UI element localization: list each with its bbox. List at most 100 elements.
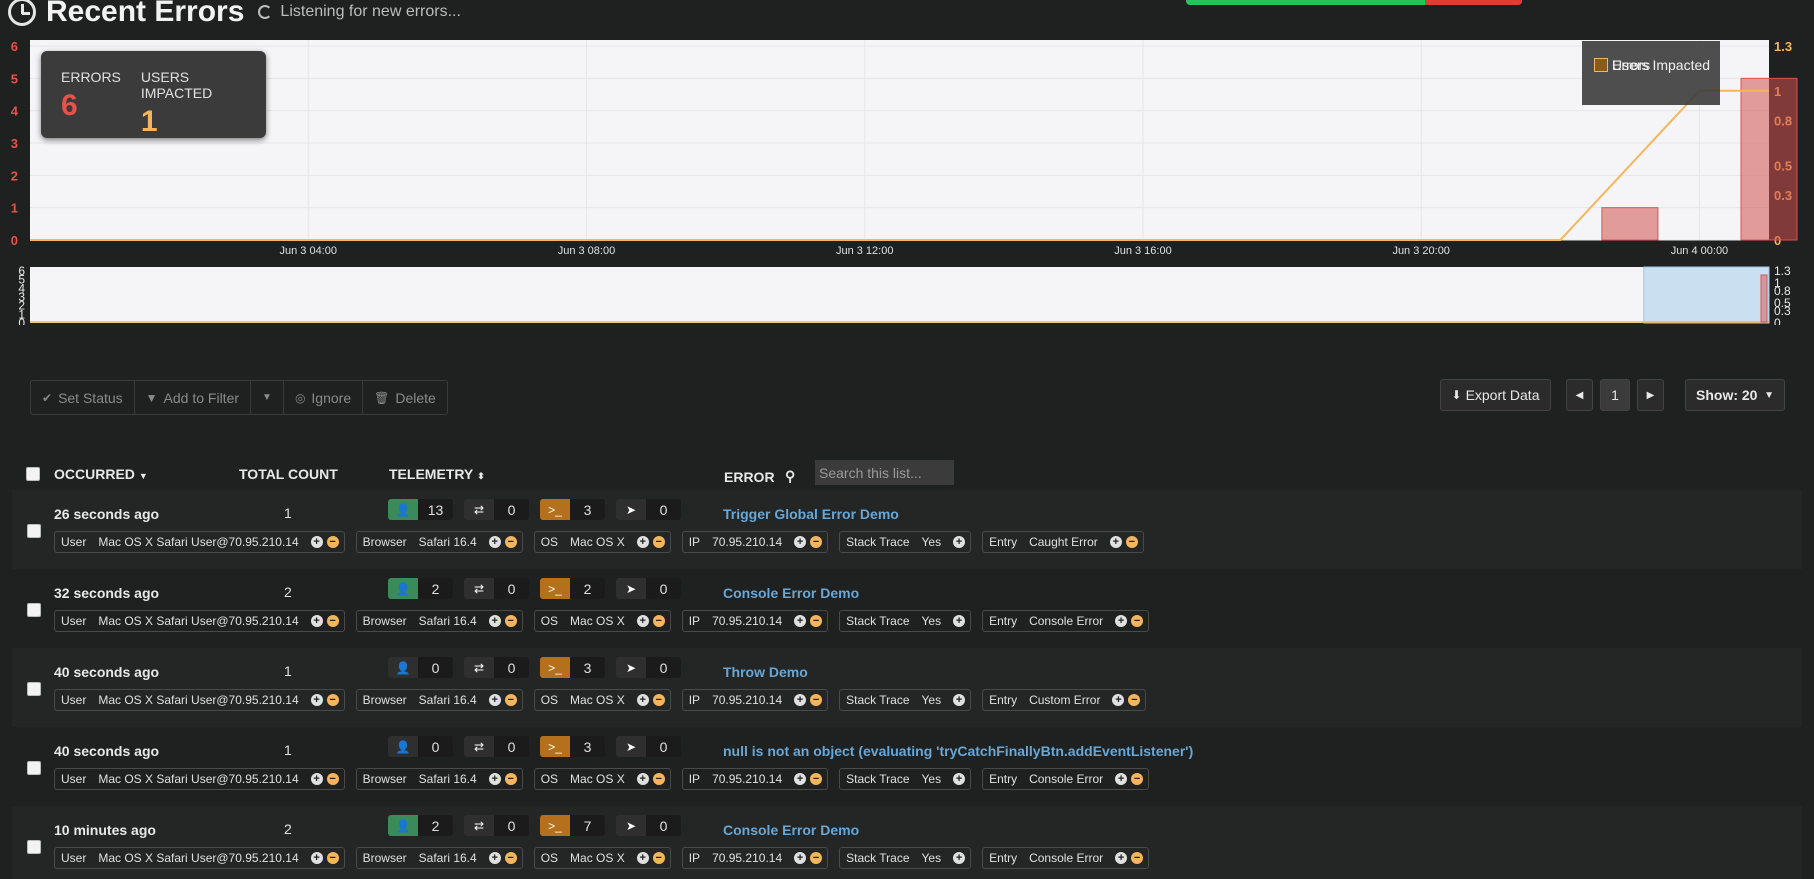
exclude-filter-icon[interactable]: − (652, 615, 665, 627)
telemetry-user[interactable]: 👤 0 (388, 657, 453, 678)
main-chart[interactable]: Jun 3 04:00 Jun 3 08:00 Jun 3 12:00 Jun 3 1… (0, 40, 1814, 325)
exclude-filter-icon[interactable]: − (1131, 615, 1144, 627)
add-filter-icon[interactable]: + (636, 852, 649, 864)
exclude-filter-icon[interactable]: − (504, 852, 517, 864)
exclude-filter-icon[interactable]: − (326, 694, 339, 706)
error-message-link[interactable]: Console Error Demo (723, 585, 859, 601)
error-message-link[interactable]: Trigger Global Error Demo (723, 506, 899, 522)
exclude-filter-icon[interactable]: − (810, 773, 823, 785)
telemetry-navigation[interactable]: ⇄ 0 (464, 499, 529, 520)
telemetry-location[interactable]: ➤ 0 (616, 499, 681, 520)
telemetry-console[interactable]: >_ 3 (540, 657, 605, 678)
telemetry-navigation[interactable]: ⇄ 0 (464, 736, 529, 757)
add-filter-icon[interactable]: + (310, 615, 323, 627)
search-input[interactable] (815, 460, 954, 485)
add-filter-icon[interactable]: + (636, 615, 649, 627)
table-row[interactable]: 40 seconds ago 1 👤 0 ⇄ 0 >_ 3 ➤ 0 null is not an o… (12, 727, 1802, 806)
current-page[interactable]: 1 (1600, 379, 1630, 411)
row-checkbox[interactable] (27, 682, 41, 696)
table-row[interactable]: 40 seconds ago 1 👤 0 ⇄ 0 >_ 3 ➤ 0 Throw Demo User Ma… (12, 648, 1802, 727)
exclude-filter-icon[interactable]: − (652, 773, 665, 785)
telemetry-user[interactable]: 👤 2 (388, 815, 453, 836)
exclude-filter-icon[interactable]: − (810, 615, 823, 627)
add-filter-icon[interactable]: + (488, 536, 501, 548)
add-filter-icon[interactable]: + (1109, 536, 1122, 548)
add-filter-icon[interactable]: + (953, 536, 966, 548)
error-message-link[interactable]: Throw Demo (723, 664, 808, 680)
exclude-filter-icon[interactable]: − (504, 773, 517, 785)
add-filter-icon[interactable]: + (1115, 773, 1128, 785)
telemetry-location[interactable]: ➤ 0 (616, 815, 681, 836)
table-row[interactable]: 10 minutes ago 2 👤 2 ⇄ 0 >_ 7 ➤ 0 Console Error De… (12, 806, 1802, 879)
add-filter-icon[interactable]: + (636, 773, 649, 785)
delete-button[interactable]: 🗑 Delete (363, 381, 447, 414)
add-filter-icon[interactable]: + (953, 852, 966, 864)
table-row[interactable]: 26 seconds ago 1 👤 13 ⇄ 0 >_ 3 ➤ 0 Trigger Global … (12, 490, 1802, 569)
exclude-filter-icon[interactable]: − (504, 694, 517, 706)
exclude-filter-icon[interactable]: − (1125, 536, 1138, 548)
add-filter-icon[interactable]: + (310, 694, 323, 706)
export-data-button[interactable]: ⬇ Export Data (1440, 379, 1551, 411)
row-checkbox[interactable] (27, 840, 41, 854)
exclude-filter-icon[interactable]: − (810, 694, 823, 706)
add-filter-icon[interactable]: + (794, 536, 807, 548)
exclude-filter-icon[interactable]: − (810, 852, 823, 864)
telemetry-console[interactable]: >_ 2 (540, 578, 605, 599)
exclude-filter-icon[interactable]: − (652, 694, 665, 706)
col-occurred[interactable]: OCCURRED ▼ (54, 466, 148, 482)
add-filter-icon[interactable]: + (794, 773, 807, 785)
add-filter-icon[interactable]: + (794, 852, 807, 864)
telemetry-location[interactable]: ➤ 0 (616, 657, 681, 678)
exclude-filter-icon[interactable]: − (652, 852, 665, 864)
row-checkbox[interactable] (27, 603, 41, 617)
exclude-filter-icon[interactable]: − (1131, 773, 1144, 785)
page-size-select[interactable]: Show: 20 ▼ (1685, 379, 1785, 411)
add-filter-icon[interactable]: + (953, 773, 966, 785)
row-checkbox[interactable] (27, 761, 41, 775)
telemetry-location[interactable]: ➤ 0 (616, 736, 681, 757)
exclude-filter-icon[interactable]: − (326, 536, 339, 548)
telemetry-console[interactable]: >_ 7 (540, 815, 605, 836)
exclude-filter-icon[interactable]: − (326, 615, 339, 627)
table-row[interactable]: 32 seconds ago 2 👤 2 ⇄ 0 >_ 2 ➤ 0 Console Error De… (12, 569, 1802, 648)
add-filter-icon[interactable]: + (1112, 694, 1125, 706)
add-filter-icon[interactable]: + (488, 615, 501, 627)
telemetry-console[interactable]: >_ 3 (540, 499, 605, 520)
exclude-filter-icon[interactable]: − (504, 615, 517, 627)
exclude-filter-icon[interactable]: − (1131, 852, 1144, 864)
exclude-filter-icon[interactable]: − (504, 536, 517, 548)
add-filter-icon[interactable]: + (636, 536, 649, 548)
add-filter-icon[interactable]: + (953, 615, 966, 627)
add-to-filter-dropdown[interactable]: ▼ (251, 381, 284, 414)
error-message-link[interactable]: null is not an object (evaluating 'tryCa… (723, 743, 1193, 759)
exclude-filter-icon[interactable]: − (652, 536, 665, 548)
add-filter-icon[interactable]: + (953, 694, 966, 706)
add-filter-icon[interactable]: + (310, 852, 323, 864)
col-telemetry[interactable]: TELEMETRY ⬍ (389, 466, 485, 482)
telemetry-user[interactable]: 👤 0 (388, 736, 453, 757)
telemetry-navigation[interactable]: ⇄ 0 (464, 657, 529, 678)
add-filter-icon[interactable]: + (636, 694, 649, 706)
next-page-button[interactable]: ▶ (1637, 379, 1664, 411)
add-to-filter-button[interactable]: ▼ Add to Filter (135, 381, 252, 414)
prev-page-button[interactable]: ◀ (1566, 379, 1593, 411)
exclude-filter-icon[interactable]: − (1128, 694, 1141, 706)
exclude-filter-icon[interactable]: − (326, 852, 339, 864)
legend-item-users[interactable]: Users Impacted (1594, 54, 1814, 76)
add-filter-icon[interactable]: + (794, 615, 807, 627)
add-filter-icon[interactable]: + (488, 694, 501, 706)
error-message-link[interactable]: Console Error Demo (723, 822, 859, 838)
ignore-button[interactable]: ◎ Ignore (284, 381, 364, 414)
add-filter-icon[interactable]: + (794, 694, 807, 706)
telemetry-console[interactable]: >_ 3 (540, 736, 605, 757)
row-checkbox[interactable] (27, 524, 41, 538)
telemetry-user[interactable]: 👤 13 (388, 499, 453, 520)
add-filter-icon[interactable]: + (310, 773, 323, 785)
col-total-count[interactable]: TOTAL COUNT (239, 466, 338, 482)
add-filter-icon[interactable]: + (1115, 852, 1128, 864)
telemetry-location[interactable]: ➤ 0 (616, 578, 681, 599)
select-all-checkbox[interactable] (26, 467, 40, 481)
add-filter-icon[interactable]: + (488, 852, 501, 864)
add-filter-icon[interactable]: + (310, 536, 323, 548)
telemetry-user[interactable]: 👤 2 (388, 578, 453, 599)
